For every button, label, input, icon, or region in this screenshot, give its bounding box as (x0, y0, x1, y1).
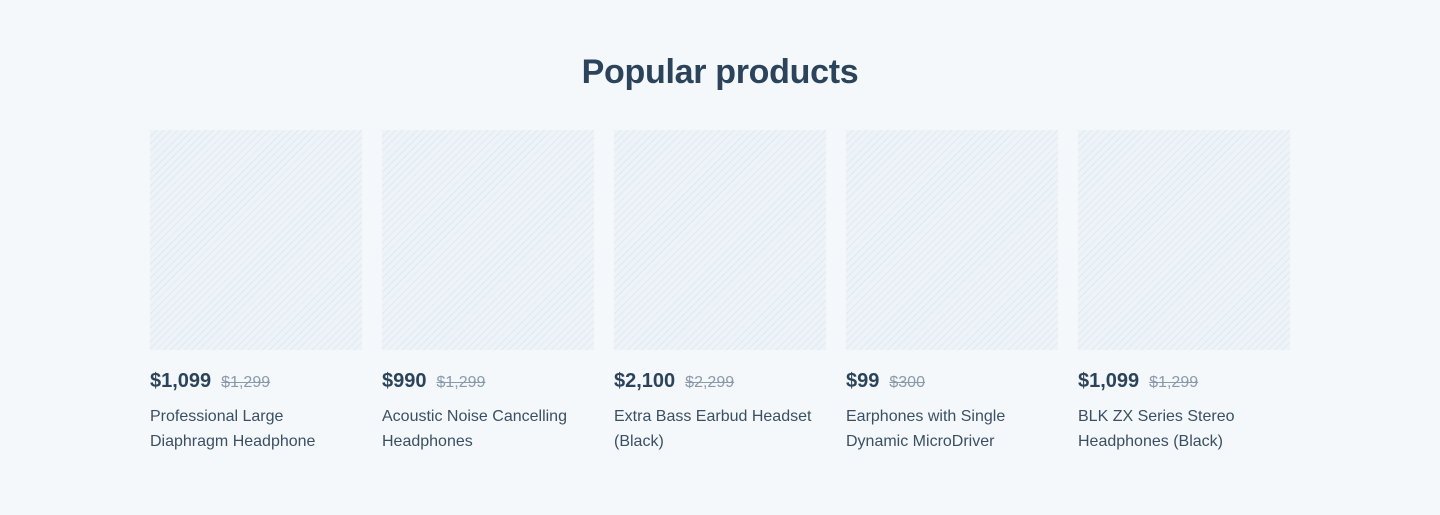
product-price: $990 (382, 370, 427, 392)
product-name-link[interactable]: Professional Large Diaphragm Headphone (150, 404, 362, 454)
product-image-placeholder[interactable] (150, 130, 362, 350)
price-row: $990 $1,299 (382, 370, 594, 394)
product-name-link[interactable]: BLK ZX Series Stereo Headphones (Black) (1078, 404, 1290, 454)
product-name-link[interactable]: Acoustic Noise Cancelling Headphones (382, 404, 594, 454)
product-old-price: $2,299 (685, 374, 735, 391)
product-name-link[interactable]: Earphones with Single Dynamic MicroDrive… (846, 404, 1058, 454)
product-image-placeholder[interactable] (614, 130, 826, 350)
product-price: $2,100 (614, 370, 676, 392)
product-old-price: $1,299 (436, 374, 486, 391)
product-card[interactable]: $1,099 $1,299 Professional Large Diaphra… (150, 130, 362, 454)
product-old-price: $1,299 (1149, 374, 1199, 391)
product-image-placeholder[interactable] (1078, 130, 1290, 350)
product-image-placeholder[interactable] (846, 130, 1058, 350)
product-image-placeholder[interactable] (382, 130, 594, 350)
product-price: $1,099 (1078, 370, 1140, 392)
price-row: $99 $300 (846, 370, 1058, 394)
price-row: $1,099 $1,299 (150, 370, 362, 394)
product-price: $1,099 (150, 370, 212, 392)
product-card[interactable]: $2,100 $2,299 Extra Bass Earbud Headset … (614, 130, 826, 454)
product-card[interactable]: $1,099 $1,299 BLK ZX Series Stereo Headp… (1078, 130, 1290, 454)
product-grid: $1,099 $1,299 Professional Large Diaphra… (150, 130, 1290, 454)
section-title: Popular products (581, 53, 859, 91)
product-old-price: $1,299 (221, 374, 271, 391)
product-old-price: $300 (889, 374, 925, 391)
product-name-link[interactable]: Extra Bass Earbud Headset (Black) (614, 404, 826, 454)
price-row: $2,100 $2,299 (614, 370, 826, 394)
price-row: $1,099 $1,299 (1078, 370, 1290, 394)
product-price: $99 (846, 370, 880, 392)
product-card[interactable]: $990 $1,299 Acoustic Noise Cancelling He… (382, 130, 594, 454)
product-card[interactable]: $99 $300 Earphones with Single Dynamic M… (846, 130, 1058, 454)
